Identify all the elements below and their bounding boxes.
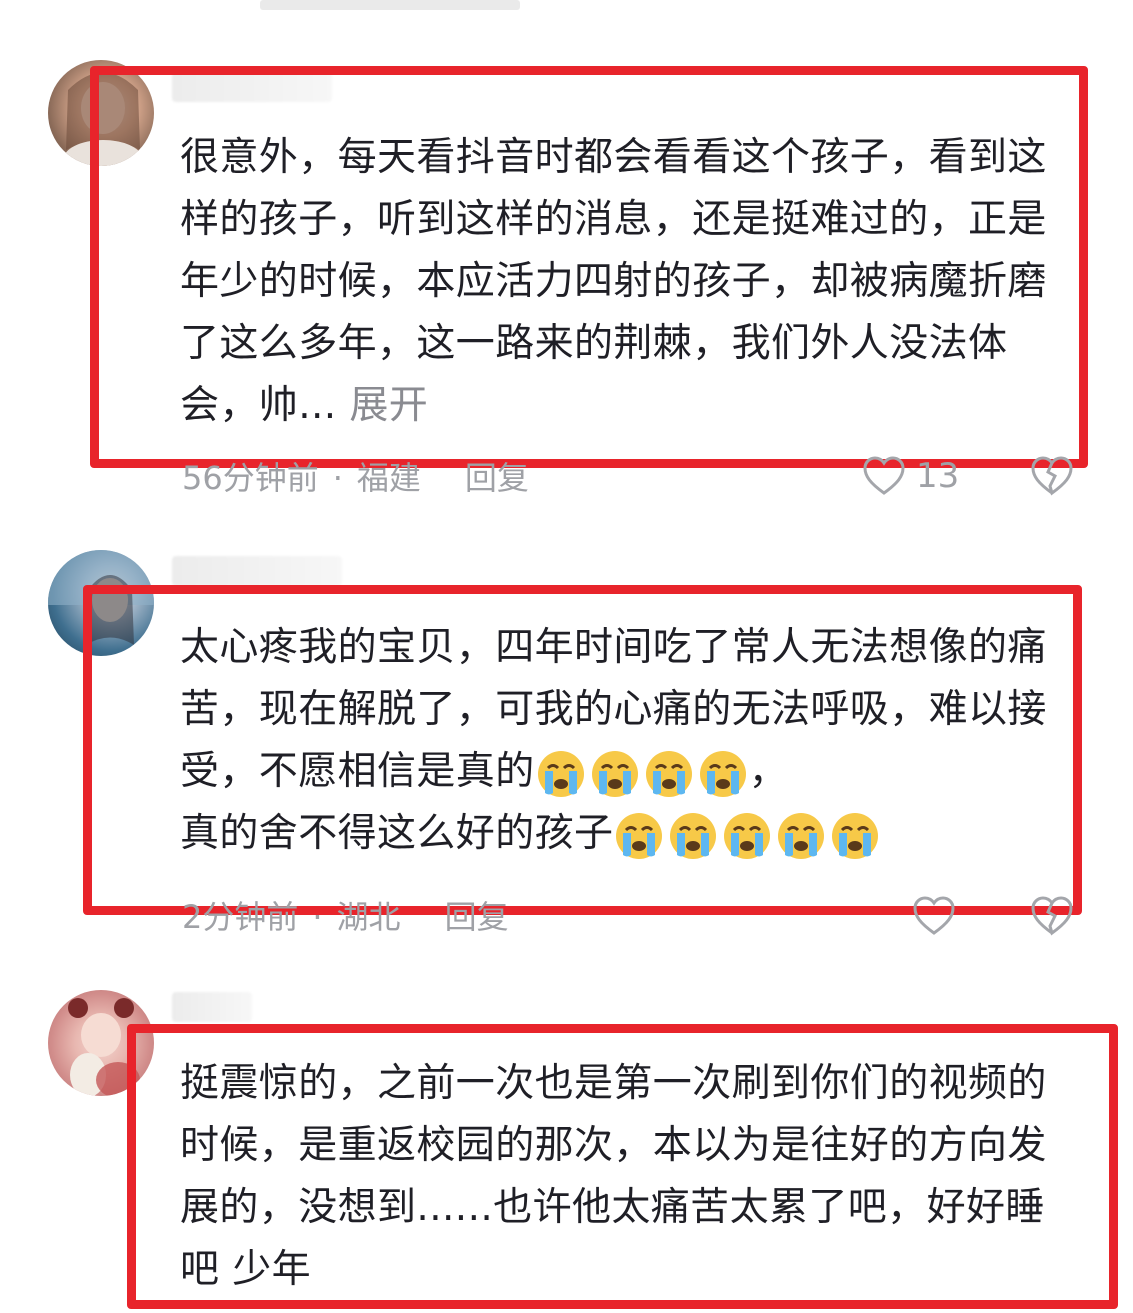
username-blurred[interactable] <box>172 556 342 586</box>
heart-icon[interactable] <box>862 456 906 496</box>
crying-emoji-icon <box>699 750 746 797</box>
crying-emoji-icon <box>832 812 879 859</box>
crying-emoji-icon <box>645 750 692 797</box>
crying-emoji-icon <box>670 812 717 859</box>
previous-comment-fragment <box>260 0 520 10</box>
crying-emoji-icon <box>778 812 825 859</box>
crying-emoji-icon <box>591 750 638 797</box>
crying-emoji-icon <box>616 812 663 859</box>
comment-meta: 2分钟前 · 湖北 回复 <box>182 897 509 937</box>
comment-time: 56分钟前 <box>182 459 319 497</box>
comment-meta: 56分钟前 · 福建 回复 <box>182 458 529 498</box>
dislike-icon[interactable] <box>1030 896 1074 936</box>
comment-text: 挺震惊的，之前一次也是第一次刷到你们的视频的时候，是重返校园的那次，本以为是往好… <box>180 1061 1047 1292</box>
reply-button[interactable]: 回复 <box>465 459 529 497</box>
emoji-group <box>613 810 881 862</box>
crying-emoji-icon <box>724 812 771 859</box>
emoji-group <box>535 748 749 800</box>
comment-location: 福建 <box>356 459 421 497</box>
comment-time: 2分钟前 <box>182 898 299 936</box>
comment-text: 很意外，每天看抖音时都会看看这个孩子，看到这样的孩子，听到这样的消息，还是挺难过… <box>180 135 1047 428</box>
meta-separator: · <box>312 898 323 936</box>
comment-location: 湖北 <box>336 898 401 936</box>
username-blurred[interactable] <box>172 992 252 1022</box>
meta-separator: · <box>332 459 343 497</box>
like-count: 13 <box>916 456 960 496</box>
reply-button[interactable]: 回复 <box>445 898 509 936</box>
expand-link[interactable]: 展开 <box>349 383 428 428</box>
comment-text: 太心疼我的宝贝，四年时间吃了常人无法想像的痛苦，现在解脱了，可我的心痛的无法呼吸… <box>180 617 1070 865</box>
dislike-icon[interactable] <box>1030 456 1074 496</box>
heart-icon[interactable] <box>912 896 956 936</box>
crying-emoji-icon <box>537 750 584 797</box>
